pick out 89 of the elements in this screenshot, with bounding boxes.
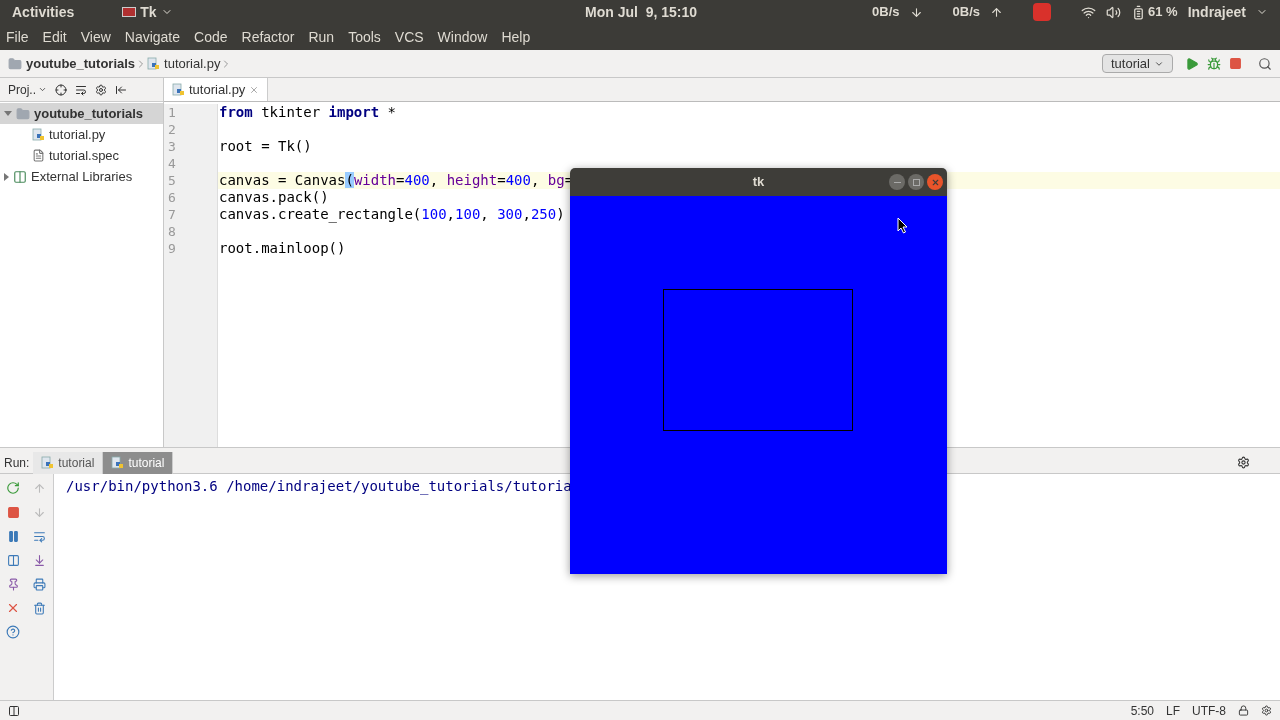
battery-level: 61 % <box>1148 3 1178 22</box>
maximize-button[interactable] <box>908 174 924 190</box>
collapsed-arrow-icon[interactable] <box>4 172 9 181</box>
activities-button[interactable]: Activities <box>12 1 75 23</box>
menu-item[interactable]: VCS <box>394 26 424 48</box>
file-icon <box>32 149 45 162</box>
menu-item[interactable]: View <box>80 26 111 48</box>
menu-item[interactable]: Refactor <box>241 26 295 48</box>
close-icon[interactable] <box>249 84 260 95</box>
menu-item[interactable]: Code <box>194 26 228 48</box>
python-file-icon <box>41 455 55 470</box>
line-number: 7 <box>167 206 177 223</box>
stop-icon[interactable] <box>1229 57 1242 70</box>
battery-icon[interactable] <box>1131 4 1146 20</box>
folder-icon <box>16 106 30 121</box>
menu-item[interactable]: Help <box>501 26 531 48</box>
upload-speed: 0B/s <box>952 3 980 22</box>
breadcrumb-item[interactable]: tutorial.py <box>164 53 221 74</box>
menu-item[interactable]: Tools <box>348 26 381 48</box>
run-configuration-dropdown[interactable]: tutorial <box>1101 54 1173 73</box>
project-view-dropdown[interactable]: Proj.. <box>8 80 47 99</box>
tree-item[interactable]: External Libraries <box>0 166 163 187</box>
recording-icon[interactable] <box>1033 3 1051 21</box>
menu-item[interactable]: Window <box>437 26 488 48</box>
menu-item[interactable]: Edit <box>42 26 67 48</box>
window-icon <box>122 7 137 17</box>
python-file-icon <box>172 82 185 97</box>
window-title: tk <box>752 173 765 192</box>
line-number: 4 <box>167 155 177 172</box>
editor-tab[interactable]: tutorial.py <box>164 78 269 101</box>
lock-icon[interactable] <box>1238 705 1249 716</box>
mouse-cursor-icon <box>897 217 908 234</box>
line-number: 5 <box>167 172 177 189</box>
user-menu[interactable]: Indrajeet <box>1187 1 1246 23</box>
tree-item-label: youtube_tutorials <box>34 104 144 123</box>
breadcrumb-item[interactable]: youtube_tutorials <box>26 53 136 74</box>
tree-item[interactable]: tutorial.py <box>0 124 163 145</box>
download-icon <box>909 5 923 19</box>
search-icon[interactable] <box>1258 56 1272 71</box>
download-speed: 0B/s <box>872 3 900 22</box>
python-file-icon <box>32 127 45 142</box>
line-number: 8 <box>167 223 177 240</box>
debug-icon[interactable] <box>1207 56 1221 71</box>
app-menu-button[interactable]: Tk <box>122 1 173 23</box>
library-icon <box>13 169 27 184</box>
console-output: /usr/bin/python3.6 /home/indrajeet/youtube_tutorials/tutoria <box>66 478 572 494</box>
volume-icon[interactable] <box>1106 4 1121 20</box>
python-file-icon <box>147 56 161 71</box>
tree-item-label: tutorial.py <box>49 125 106 144</box>
wifi-icon[interactable] <box>1081 4 1096 20</box>
menu-item[interactable]: Navigate <box>124 26 181 48</box>
code-line: root.mainloop() <box>219 240 346 256</box>
upload-icon <box>990 5 1003 19</box>
folder-icon <box>8 56 22 71</box>
encoding[interactable]: UTF-8 <box>1192 701 1226 720</box>
locate-icon[interactable] <box>55 83 67 96</box>
tree-item[interactable]: youtube_tutorials <box>0 103 163 124</box>
code-line: canvas.create_rectangle(100,100, 300,250) <box>219 206 565 222</box>
run-icon[interactable] <box>1185 56 1199 71</box>
expanded-arrow-icon[interactable] <box>4 111 12 116</box>
menu-item[interactable]: File <box>6 26 29 48</box>
settings-icon[interactable] <box>95 83 107 96</box>
tree-item-label: External Libraries <box>31 167 133 186</box>
cursor-position[interactable]: 5:50 <box>1130 701 1154 720</box>
run-label: Run: <box>3 454 31 472</box>
python-file-icon <box>111 455 125 470</box>
run-tab[interactable]: tutorial <box>33 451 104 474</box>
clock[interactable]: Mon Jul 9, 15:10 <box>585 1 698 23</box>
tree-item[interactable]: tutorial.spec <box>0 145 163 166</box>
close-button[interactable] <box>927 174 943 190</box>
panel-toggle-icon[interactable] <box>8 704 20 717</box>
menu-item[interactable]: Run <box>308 26 335 48</box>
line-number: 2 <box>167 121 177 138</box>
minimize-button[interactable] <box>889 174 905 190</box>
caret-icon <box>38 85 47 94</box>
line-number: 9 <box>167 240 177 257</box>
settings-icon[interactable] <box>1237 456 1250 469</box>
inspector-icon[interactable] <box>1261 705 1272 716</box>
collapse-icon[interactable] <box>75 83 87 96</box>
line-number: 1 <box>167 104 177 121</box>
close-icon <box>930 177 940 187</box>
code-line: from tkinter import * <box>219 104 396 120</box>
code-line: canvas.pack() <box>219 189 329 205</box>
code-line: root = Tk() <box>219 138 312 154</box>
tree-item-label: tutorial.spec <box>49 146 120 165</box>
line-ending[interactable]: LF <box>1166 701 1180 720</box>
line-number: 6 <box>167 189 177 206</box>
line-number: 3 <box>167 138 177 155</box>
hide-icon[interactable] <box>115 83 127 96</box>
